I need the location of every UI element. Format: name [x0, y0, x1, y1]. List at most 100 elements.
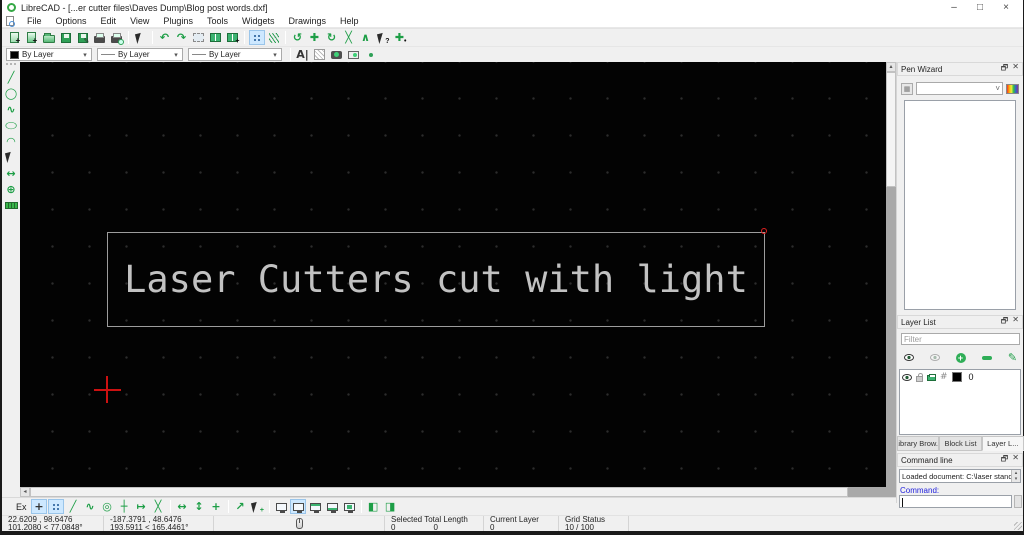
monitor-plain-icon[interactable]: [273, 499, 289, 514]
command-options-button[interactable]: [1014, 495, 1022, 508]
layer-color-swatch[interactable]: [951, 372, 962, 382]
monitor-top-green-icon[interactable]: [307, 499, 323, 514]
line-icon[interactable]: ╱: [3, 69, 19, 85]
snap-free-icon[interactable]: +: [31, 499, 48, 514]
close-button[interactable]: ×: [993, 0, 1019, 15]
mirror-icon[interactable]: ∧: [358, 30, 374, 45]
undo-icon[interactable]: ↶: [157, 30, 173, 45]
layer-lock-icon[interactable]: [916, 373, 923, 382]
close-panel-icon[interactable]: ✕: [1012, 453, 1019, 467]
move-icon[interactable]: ✚: [307, 30, 323, 45]
block-panels-icon[interactable]: [208, 30, 224, 45]
dock-right-toggle-icon[interactable]: ◨: [382, 499, 398, 514]
snap-endpoint-icon[interactable]: ╱: [65, 499, 81, 514]
maximize-button[interactable]: □: [967, 0, 993, 15]
tab-layer-list[interactable]: Layer L...: [981, 436, 1024, 451]
pen-wizard-combo[interactable]: [916, 82, 1003, 95]
spline-icon[interactable]: ∿: [3, 101, 19, 117]
pen-wizard-button[interactable]: ▦: [901, 82, 913, 95]
pen-color-combo[interactable]: By Layer: [6, 48, 92, 61]
ellipse-icon[interactable]: ◯: [3, 117, 19, 133]
scroll-up-icon[interactable]: [886, 62, 896, 72]
print-icon[interactable]: [92, 30, 108, 45]
menu-view[interactable]: View: [123, 15, 156, 28]
menu-edit[interactable]: Edit: [94, 15, 124, 28]
modify-icon[interactable]: ⊕: [3, 181, 19, 197]
save-as-icon[interactable]: [75, 30, 91, 45]
horizontal-scroll-thumb[interactable]: [30, 487, 848, 497]
hide-all-layers-icon[interactable]: [927, 350, 943, 365]
layer-visible-eye-icon[interactable]: [902, 373, 912, 381]
close-panel-icon[interactable]: ✕: [1012, 62, 1019, 76]
float-panel-icon[interactable]: 🗗: [1001, 453, 1009, 467]
restrict-horizontal-icon[interactable]: ↔: [174, 499, 190, 514]
document-menu-icon[interactable]: [6, 16, 15, 27]
drawn-rectangle[interactable]: Laser Cutters cut with light: [107, 232, 765, 327]
layer-list[interactable]: # 0: [899, 369, 1021, 435]
properties-icon[interactable]: ?: [375, 30, 391, 45]
dock-left-toggle-icon[interactable]: ◧: [365, 499, 381, 514]
vertical-scroll-thumb[interactable]: [886, 72, 896, 187]
pen-linetype-combo[interactable]: By Layer: [188, 48, 282, 61]
snap-center-icon[interactable]: ◎: [99, 499, 115, 514]
menu-drawings[interactable]: Drawings: [281, 15, 333, 28]
close-panel-icon[interactable]: ✕: [1012, 315, 1019, 329]
show-all-layers-icon[interactable]: [901, 350, 917, 365]
open-file-icon[interactable]: [41, 30, 57, 45]
rotate-icon[interactable]: ↺: [290, 30, 306, 45]
monitor-bottom-green-icon[interactable]: [324, 499, 340, 514]
minimize-button[interactable]: –: [941, 0, 967, 15]
measure-icon[interactable]: [3, 197, 19, 213]
layer-print-icon[interactable]: [927, 374, 936, 381]
menu-widgets[interactable]: Widgets: [235, 15, 282, 28]
mtext-icon[interactable]: A|: [295, 47, 311, 62]
tab-block-list[interactable]: Block List: [939, 436, 982, 451]
snap-distance-icon[interactable]: ↦: [133, 499, 149, 514]
rainbow-color-icon[interactable]: [1006, 83, 1019, 94]
point-icon[interactable]: [363, 47, 379, 62]
menu-options[interactable]: Options: [49, 15, 94, 28]
select-icon[interactable]: [3, 149, 19, 165]
print-preview-icon[interactable]: [109, 30, 125, 45]
arc-icon[interactable]: ◠: [3, 133, 19, 149]
move-rotate-icon[interactable]: ↻: [324, 30, 340, 45]
pen-wizard-list[interactable]: [904, 100, 1016, 310]
layer-name[interactable]: 0: [969, 372, 974, 382]
snap-intersection-icon[interactable]: ╳: [150, 499, 166, 514]
menu-tools[interactable]: Tools: [200, 15, 235, 28]
new-document-icon[interactable]: [7, 30, 23, 45]
layer-filter-input[interactable]: Filter: [901, 333, 1020, 345]
layer-construction-icon[interactable]: #: [940, 372, 948, 383]
grid-toggle-icon[interactable]: [248, 30, 265, 45]
command-input[interactable]: [899, 495, 1012, 508]
snap-grid-icon[interactable]: [48, 499, 65, 514]
pen-width-combo[interactable]: By Layer: [97, 48, 183, 61]
save-icon[interactable]: [58, 30, 74, 45]
float-panel-icon[interactable]: 🗗: [1001, 315, 1009, 329]
tab-library-browser[interactable]: Library Brow...: [897, 436, 940, 451]
set-relative-zero-icon[interactable]: ↗: [232, 499, 248, 514]
cad-text-entity[interactable]: Laser Cutters cut with light: [124, 258, 748, 301]
selection-window-icon[interactable]: [191, 30, 207, 45]
hatch-icon[interactable]: [312, 47, 328, 62]
menu-help[interactable]: Help: [333, 15, 366, 28]
resize-grip[interactable]: [1014, 522, 1022, 530]
scale-icon[interactable]: ╳: [341, 30, 357, 45]
remove-layer-icon[interactable]: [979, 350, 995, 365]
monitor-center-green-icon[interactable]: [341, 499, 357, 514]
layer-row[interactable]: # 0: [900, 370, 1020, 384]
restrict-vertical-icon[interactable]: ↕: [191, 499, 207, 514]
insert-image-icon[interactable]: [329, 47, 345, 62]
new-from-template-icon[interactable]: [24, 30, 40, 45]
add-layer-icon[interactable]: +: [953, 350, 969, 365]
redo-icon[interactable]: ↷: [174, 30, 190, 45]
circle-icon[interactable]: ◯: [3, 85, 19, 101]
monitor-draft-icon[interactable]: [290, 499, 307, 514]
snap-on-entity-icon[interactable]: ∿: [82, 499, 98, 514]
scroll-spinner-icon[interactable]: [1011, 470, 1020, 482]
isometric-grid-icon[interactable]: [266, 30, 282, 45]
dimension-icon[interactable]: ↔: [3, 165, 19, 181]
snap-middle-icon[interactable]: ┼: [116, 499, 132, 514]
float-panel-icon[interactable]: 🗗: [1001, 62, 1009, 76]
menu-file[interactable]: File: [20, 15, 49, 28]
